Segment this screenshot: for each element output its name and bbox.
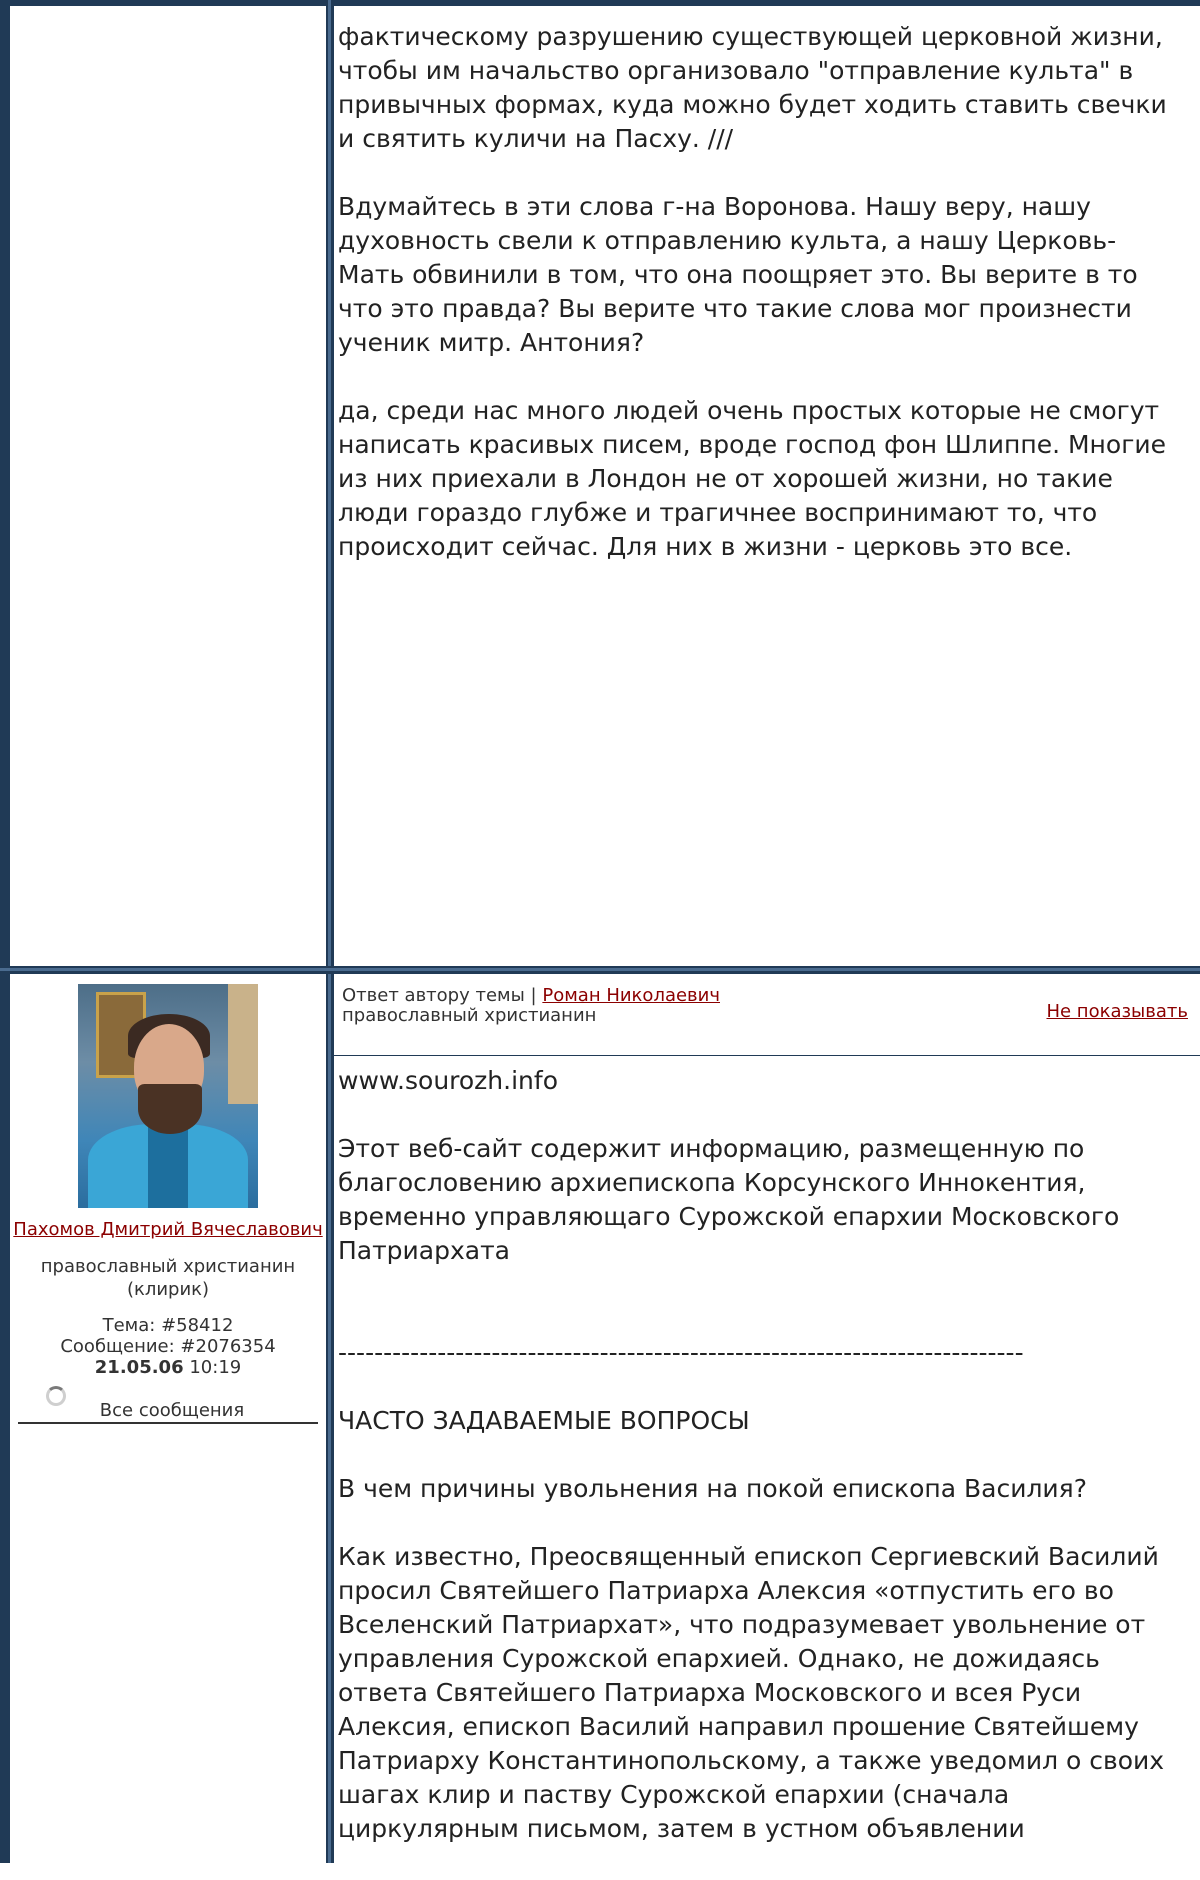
reply-to-author-link[interactable]: Роман Николаевич <box>542 985 720 1006</box>
separator-line: ----------------------------------------… <box>338 1338 1024 1367</box>
background-decor <box>228 984 258 1104</box>
faq-answer: Как известно, Преосвященный епископ Серг… <box>338 1542 1165 1843</box>
post-1-paragraph: Вдумайтесь в эти слова г-на Воронова. На… <box>338 192 1138 357</box>
topic-label: Тема: <box>102 1315 156 1336</box>
post-1-paragraph: фактическому разрушению существующей цер… <box>338 22 1167 153</box>
all-messages-button[interactable]: Все сообщения <box>18 1384 318 1424</box>
topic-line: Тема: #58412 <box>10 1315 326 1336</box>
message-label: Сообщение: <box>60 1336 175 1357</box>
reply-prefix: Ответ автору темы | <box>342 985 537 1006</box>
post-date: 21.05.06 <box>94 1357 184 1378</box>
message-id: #2076354 <box>180 1336 276 1357</box>
post-2-header: Ответ автору темы | Роман Николаевич пра… <box>338 986 1188 1044</box>
avatar[interactable] <box>78 984 258 1208</box>
post-meta: Тема: #58412 Сообщение: #2076354 21.05.0… <box>10 1315 326 1378</box>
post-time: 10:19 <box>189 1357 242 1378</box>
message-line: Сообщение: #2076354 <box>10 1336 326 1357</box>
author-role: православный христианин (клирик) <box>40 1256 296 1300</box>
column-divider <box>326 0 334 1863</box>
topic-id: #58412 <box>161 1315 234 1336</box>
hide-post-link[interactable]: Не показывать <box>1046 1002 1188 1022</box>
reply-info: Ответ автору темы | Роман Николаевич пра… <box>342 986 722 1026</box>
post-1-body: фактическому разрушению существующей цер… <box>338 20 1168 598</box>
faq-title: ЧАСТО ЗАДАВАЕМЫЕ ВОПРОСЫ <box>338 1406 750 1435</box>
all-messages-label: Все сообщения <box>99 1400 245 1421</box>
faq-question: В чем причины увольнения на покой еписко… <box>338 1474 1087 1503</box>
datetime-line: 21.05.06 10:19 <box>10 1357 326 1378</box>
frame-top-border <box>0 0 1200 6</box>
frame-left-border <box>0 0 10 1863</box>
post-1-paragraph: да, среди нас много людей очень простых … <box>338 396 1166 561</box>
beard-decor <box>138 1084 202 1134</box>
site-url-text: www.sourozh.info <box>338 1066 558 1095</box>
post-divider <box>0 966 1200 974</box>
forum-page: фактическому разрушению существующей цер… <box>0 0 1200 1863</box>
post-2-author-panel: Пахомов Дмитрий Вячеславович православны… <box>10 980 326 1424</box>
author-name-link[interactable]: Пахомов Дмитрий Вячеславович <box>10 1218 326 1241</box>
header-rule <box>334 1055 1200 1056</box>
reply-to-role: православный христианин <box>342 1005 597 1026</box>
robe-trim-decor <box>148 1124 188 1208</box>
site-intro-text: Этот веб-сайт содержит информацию, разме… <box>338 1134 1120 1265</box>
post-2-body: www.sourozh.info Этот веб-сайт содержит … <box>338 1064 1178 1880</box>
